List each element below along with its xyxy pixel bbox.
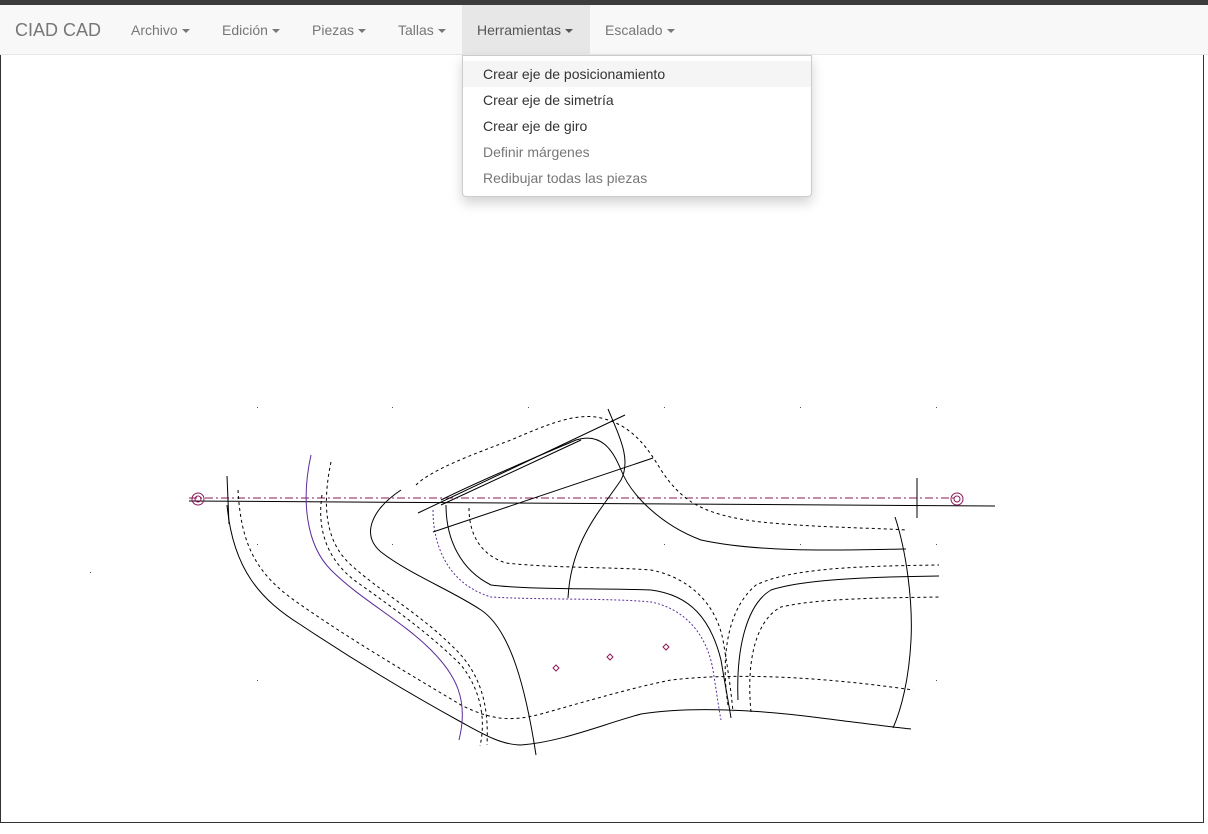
vamp-inner-seam[interactable] [468,507,734,713]
quarter-seam-inner[interactable] [749,596,942,713]
piece-outline-bottom[interactable] [226,504,912,746]
axis-endpoint-right-icon[interactable] [950,492,964,506]
cut-line-3[interactable] [440,439,582,506]
axis-endpoint-left-icon[interactable] [191,492,205,506]
marker-diamond-icon[interactable] [552,664,560,672]
menu-item-definir-margenes[interactable]: Definir márgenes [463,139,811,165]
marker-diamond-icon[interactable] [606,653,614,661]
tongue-outline[interactable] [370,489,537,756]
vamp-inner[interactable] [445,504,732,719]
reference-line[interactable] [188,500,996,507]
axis-endpoint-right-inner [953,495,961,503]
marker-diamond-icon[interactable] [662,643,670,651]
vamp-outline-top[interactable] [440,437,907,551]
menu-item-redibujar-piezas[interactable]: Redibujar todas las piezas [463,165,811,191]
cut-line-2[interactable] [432,457,654,533]
seam-line-bottom[interactable] [237,489,914,720]
menu-item-crear-eje-simetria[interactable]: Crear eje de simetría [463,87,811,113]
grid-dots [90,407,937,681]
quarter-seam[interactable] [724,564,940,706]
menu-item-crear-eje-posicionamiento[interactable]: Crear eje de posicionamiento [463,61,811,87]
seam-line-left-inner[interactable] [320,494,483,747]
seam-line-left[interactable] [325,461,488,746]
vamp-purple-seam[interactable] [432,509,722,721]
menu-item-crear-eje-giro[interactable]: Crear eje de giro [463,113,811,139]
herramientas-dropdown: Crear eje de posicionamiento Crear eje d… [462,55,812,197]
